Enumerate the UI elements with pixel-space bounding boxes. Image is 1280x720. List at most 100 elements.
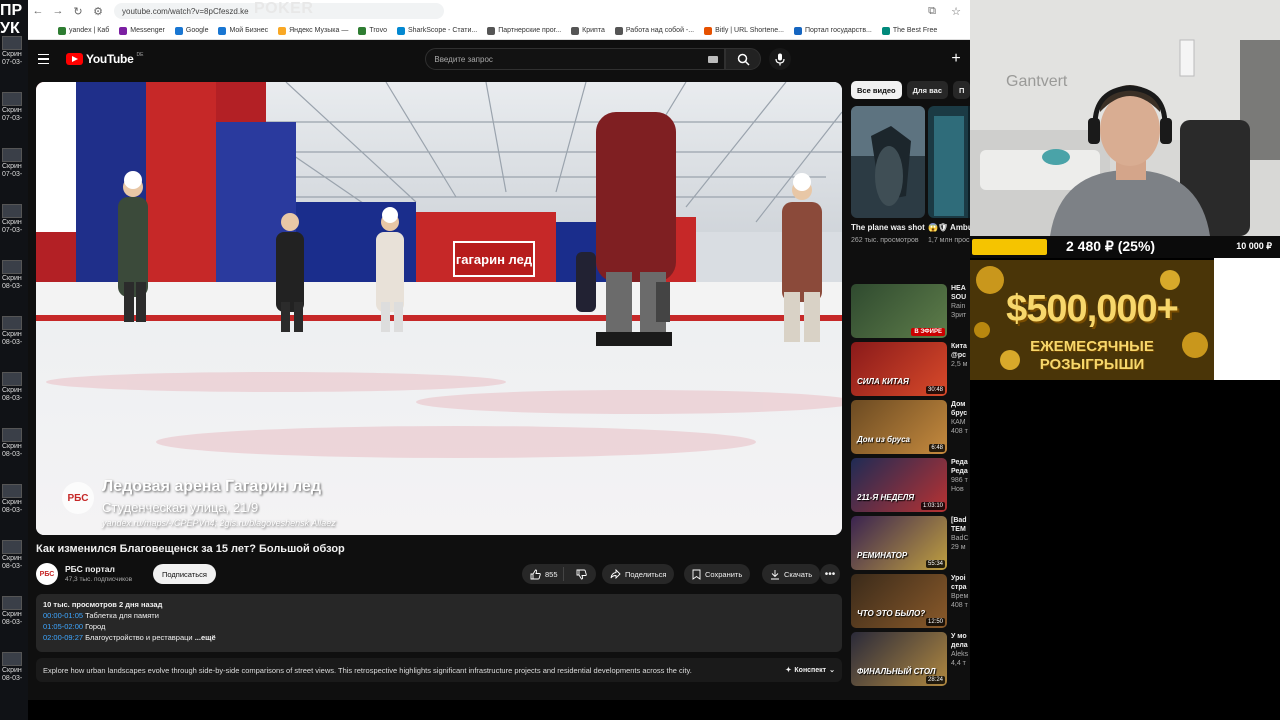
desktop-file[interactable]: Скрин 07-03-: [2, 92, 26, 123]
recommendation-thumbnail[interactable]: Дом из бруса 6:48: [851, 400, 947, 454]
bookmark-item[interactable]: yandex | Каб: [58, 26, 109, 35]
recommendation-thumbnail[interactable]: СИЛА КИТАЯ 30:48: [851, 342, 947, 396]
desktop-file[interactable]: Скрин 08-03-: [2, 316, 26, 347]
recommendation-meta: 29 м: [951, 544, 966, 551]
overlay-links: yandex.ru/maps/-/CPEPVn4; 2gis.ru/blagov…: [102, 518, 336, 528]
bookmark-item[interactable]: Крипта: [571, 26, 605, 35]
create-button[interactable]: +: [946, 50, 966, 68]
desktop-file[interactable]: Скрин 08-03-: [2, 260, 26, 291]
recommendation-info: У мо дела Aleks 4,4 т: [951, 632, 970, 668]
bookmark-item[interactable]: Работа над собой -...: [614, 26, 694, 35]
bookmark-item[interactable]: Bitly | URL Shortene...: [704, 26, 784, 35]
file-label: Скрин: [2, 331, 22, 338]
recommendation-item[interactable]: ФИНАЛЬНЫЙ СТОЛ 28:24 У мо дела Aleks 4,4 т: [851, 632, 970, 686]
subscribe-button[interactable]: Подписаться: [153, 564, 216, 584]
file-label: Скрин: [2, 51, 22, 58]
reload-button[interactable]: ↻: [68, 1, 88, 21]
short-thumbnail[interactable]: [851, 106, 925, 218]
channel-name[interactable]: РБС портал: [65, 564, 115, 574]
recommendation-item[interactable]: Дом из бруса 6:48 Дом брус КАМ 408 т: [851, 400, 970, 454]
recommendation-item[interactable]: РЕМИНАТОР 55:34 [Bad ТЕМ BadC 29 м: [851, 516, 970, 570]
recommendation-meta: 4,4 т: [951, 660, 966, 667]
short-views: 262 тыс. просмотров: [851, 237, 919, 244]
recommendation-meta: 408 т: [951, 602, 968, 609]
file-date: 08-03-: [2, 675, 23, 682]
recommendation-item[interactable]: В ЭФИРЕ HEA SOU Rain Зрит: [851, 284, 970, 338]
file-thumbnail: [2, 260, 22, 274]
file-date: 07-03-: [2, 115, 23, 122]
bookmark-favicon-icon: [218, 26, 227, 35]
install-icon[interactable]: ⧉: [922, 1, 942, 21]
file-date: 08-03-: [2, 563, 23, 570]
desktop-file[interactable]: Скрин 08-03-: [2, 484, 26, 515]
desktop-file[interactable]: Скрин 08-03-: [2, 372, 26, 403]
search-input[interactable]: Введите запрос: [425, 48, 726, 70]
filter-chip[interactable]: П: [953, 81, 970, 99]
filter-chips: Все видео Для вас П: [851, 81, 970, 99]
recommendation-title: [Bad: [951, 517, 967, 524]
bookmark-item[interactable]: Google: [174, 26, 208, 35]
desktop-file[interactable]: Скрин 07-03-: [2, 204, 26, 235]
summary-button[interactable]: ✦ Конспект ⌄: [786, 666, 835, 675]
recommendation-item[interactable]: 211-Я НЕДЕЛЯ 1:03:10 Реда Реда 986 т Нов: [851, 458, 970, 512]
bookmark-item[interactable]: The Best Free: [881, 26, 938, 35]
short-thumbnail[interactable]: [928, 106, 970, 218]
desktop-file[interactable]: Скрин 08-03-: [2, 652, 26, 683]
short-item[interactable]: 😱🛡 Ambushe 1,7 млн просмотр: [928, 106, 970, 245]
keyboard-icon[interactable]: [708, 56, 719, 63]
bookmark-item[interactable]: Messenger: [119, 26, 165, 35]
site-info-icon[interactable]: ⚙: [88, 1, 108, 21]
recommendation-thumbnail[interactable]: В ЭФИРЕ: [851, 284, 947, 338]
like-button[interactable]: 855: [522, 567, 564, 581]
forward-button[interactable]: →: [48, 1, 68, 21]
desktop-file[interactable]: Скрин 08-03-: [2, 596, 26, 627]
bookmark-star-icon[interactable]: ☆: [946, 1, 966, 21]
bookmark-item[interactable]: SharkScope - Стати...: [396, 26, 477, 35]
voice-search-button[interactable]: [769, 48, 792, 70]
mic-icon: [775, 53, 786, 65]
bookmark-label: Trovo: [369, 27, 387, 34]
desktop-file[interactable]: Скрин 08-03-: [2, 428, 26, 459]
download-icon: [771, 569, 779, 579]
recommendation-item[interactable]: СИЛА КИТАЯ 30:48 Кита @pc 2,5 м: [851, 342, 970, 396]
desktop-file[interactable]: Скрин 07-03-: [2, 36, 26, 67]
short-item[interactable]: The plane was shot ... 262 тыс. просмотр…: [851, 106, 925, 245]
recommendation-thumbnail[interactable]: РЕМИНАТОР 55:34: [851, 516, 947, 570]
more-actions-button[interactable]: •••: [820, 564, 840, 584]
share-button[interactable]: Поделиться: [602, 564, 675, 584]
save-button[interactable]: Сохранить: [684, 564, 751, 584]
channel-avatar[interactable]: РБС: [36, 563, 58, 585]
search-button[interactable]: [725, 48, 762, 70]
description-box[interactable]: 10 тыс. просмотров 2 дня назад 00:00-01:…: [36, 594, 842, 652]
bookmark-item[interactable]: Мой Бизнес: [218, 26, 268, 35]
bookmark-label: The Best Free: [892, 27, 938, 34]
video-player[interactable]: гагарин лед РБС Ледовая арена Гагарин ле…: [36, 82, 842, 535]
bookmark-item[interactable]: Trovo: [358, 26, 387, 35]
filter-chip[interactable]: Для вас: [906, 81, 948, 99]
thumbnail-caption: Дом из бруса: [857, 435, 910, 444]
thumbs-down-icon: [576, 569, 588, 579]
chapter-timestamp[interactable]: 00:00-01:05: [43, 611, 83, 620]
chapter-timestamp[interactable]: 02:00-09:27: [43, 633, 83, 642]
bookmark-item[interactable]: Партнерские прог...: [487, 26, 561, 35]
desktop-strip: ПР УК Скрин 07-03- Скрин 07-03- Скрин 07-03- Ск…: [0, 0, 28, 720]
show-more-link[interactable]: ...ещё: [195, 633, 216, 642]
bookmark-item[interactable]: Яндекс Музыка —: [278, 26, 348, 35]
recommendation-thumbnail[interactable]: ЧТО ЭТО БЫЛО? 12:50: [851, 574, 947, 628]
desktop-file[interactable]: Скрин 07-03-: [2, 148, 26, 179]
youtube-logo[interactable]: YouTube DE: [66, 52, 143, 66]
filter-chip[interactable]: Все видео: [851, 81, 902, 99]
bookmark-item[interactable]: Портал государств...: [793, 26, 872, 35]
recommendation-channel: BadC: [951, 535, 969, 542]
file-date: 08-03-: [2, 283, 23, 290]
download-button[interactable]: Скачать: [762, 564, 821, 584]
recommendation-thumbnail[interactable]: ФИНАЛЬНЫЙ СТОЛ 28:24: [851, 632, 947, 686]
desktop-file[interactable]: Скрин 08-03-: [2, 540, 26, 571]
recommendation-thumbnail[interactable]: 211-Я НЕДЕЛЯ 1:03:10: [851, 458, 947, 512]
menu-icon[interactable]: [38, 49, 58, 69]
recommendation-item[interactable]: ЧТО ЭТО БЫЛО? 12:50 Уроі стра Врем 408 т: [851, 574, 970, 628]
chapter-timestamp[interactable]: 01:05-02:00: [43, 622, 83, 631]
dislike-button[interactable]: [568, 569, 596, 580]
file-label: Скрин: [2, 387, 22, 394]
back-button[interactable]: ←: [28, 1, 48, 21]
